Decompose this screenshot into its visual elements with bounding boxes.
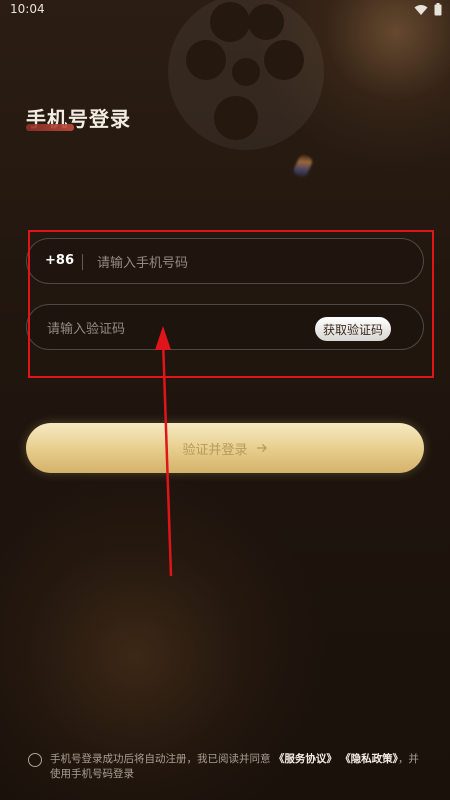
login-button-label: 验证并登录: [182, 442, 248, 458]
title-underline: [26, 124, 74, 131]
battery-icon: [434, 3, 442, 16]
status-time: 10:04: [10, 2, 45, 16]
film-reel-icon: [168, 0, 324, 150]
wifi-icon: [414, 4, 428, 15]
verify-login-button[interactable]: 验证并登录: [26, 423, 424, 473]
agreement-prefix: 手机号登录成功后将自动注册，我已阅读并同意: [50, 753, 271, 765]
agreement-text: 手机号登录成功后将自动注册，我已阅读并同意 《服务协议》 《隐私政策》，并使用手…: [50, 752, 420, 782]
status-icons: [414, 3, 442, 16]
service-agreement-link[interactable]: 《服务协议》: [274, 753, 337, 765]
agree-checkbox[interactable]: [28, 753, 42, 767]
privacy-policy-link[interactable]: 《隐私政策》: [340, 753, 398, 765]
highlight-box: [28, 230, 434, 378]
arrow-right-icon: [256, 444, 267, 452]
